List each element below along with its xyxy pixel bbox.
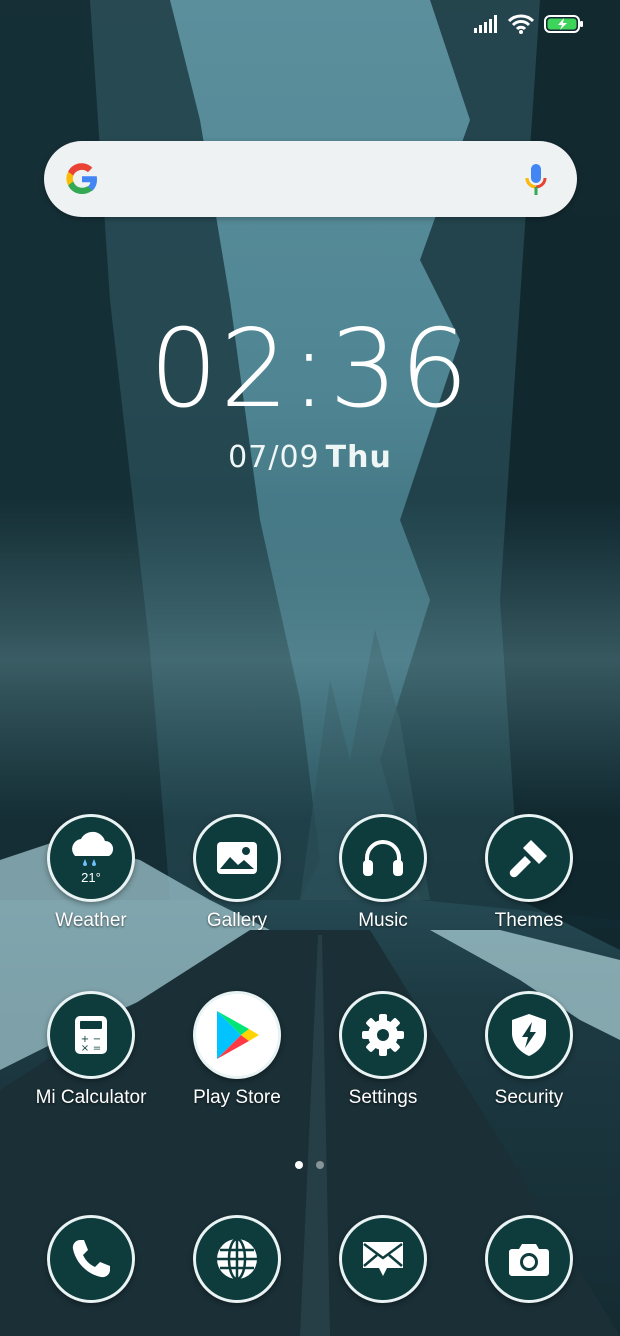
app-play-store[interactable]: Play Store [167,991,307,1109]
app-label: Weather [55,910,127,931]
signal-icon [474,15,498,37]
app-label: Settings [348,1087,418,1108]
page-dot-current[interactable] [295,1161,303,1169]
dock-camera[interactable] [459,1215,599,1303]
battery-charging-icon [544,14,584,38]
gallery-image-icon [193,814,281,902]
status-bar [474,14,584,38]
page-dot[interactable] [316,1161,324,1169]
app-label: Mi Calculator [35,1087,147,1108]
paintbrush-icon [485,814,573,902]
camera-icon [485,1215,573,1303]
shield-bolt-icon [485,991,573,1079]
page-indicator[interactable] [295,1161,324,1169]
app-themes[interactable]: Themes [459,814,599,932]
app-weather[interactable]: 21° Weather [21,814,161,932]
calculator-icon: + − × = [47,991,135,1079]
svg-text:×: × [81,1043,89,1054]
app-label: Gallery [206,910,268,931]
wifi-icon [507,14,535,38]
dock-browser[interactable] [167,1215,307,1303]
weather-temp: 21° [81,870,101,885]
app-label: Themes [494,910,564,931]
svg-text:=: = [93,1043,101,1054]
app-label: Music [358,910,408,931]
clock-day: Thu [325,440,392,475]
app-label: Security [494,1087,564,1108]
messages-envelope-icon [339,1215,427,1303]
weather-cloud-rain-icon: 21° [47,814,135,902]
clock-date: 07/09 [228,440,320,475]
dock-phone[interactable] [21,1215,161,1303]
google-search-bar[interactable] [44,141,577,217]
app-security[interactable]: Security [459,991,599,1109]
play-store-icon [193,991,281,1079]
app-settings[interactable]: Settings [313,991,453,1109]
google-logo [64,161,100,201]
gear-icon [339,991,427,1079]
clock-time: 02:36 [149,307,471,432]
phone-icon [47,1215,135,1303]
clock-widget[interactable]: 02:36 07/09 Thu [0,307,620,476]
headphones-icon [339,814,427,902]
microphone-icon[interactable] [525,163,547,201]
clock-date-line: 07/09 Thu [0,440,620,475]
browser-globe-icon [193,1215,281,1303]
app-mi-calculator[interactable]: + − × = Mi Calculator [21,991,161,1109]
app-label: Play Store [193,1087,281,1108]
app-gallery[interactable]: Gallery [167,814,307,932]
app-music[interactable]: Music [313,814,453,932]
dock-messages[interactable] [313,1215,453,1303]
